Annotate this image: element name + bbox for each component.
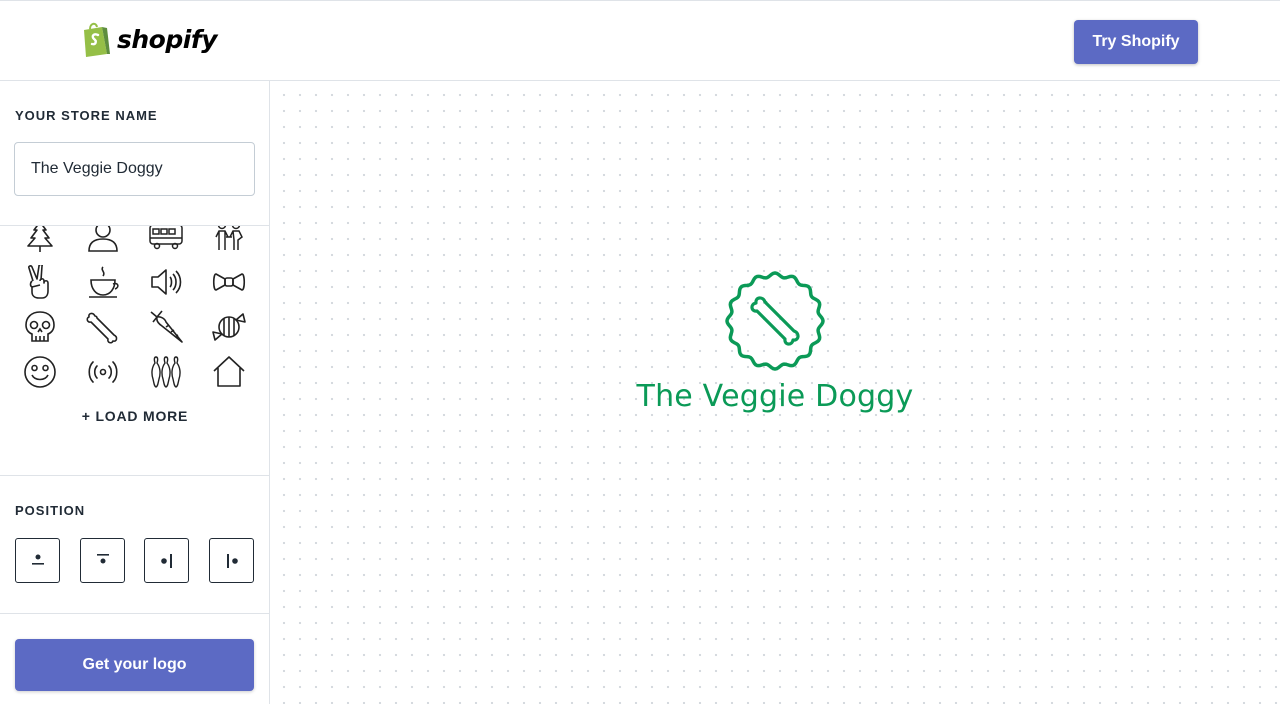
store-name-input[interactable] [14, 142, 255, 196]
speaker-icon[interactable] [146, 262, 186, 302]
header: shopify Try Shopify [0, 0, 1280, 81]
shopify-bag-icon [84, 22, 110, 57]
smiley-icon[interactable] [20, 352, 60, 392]
broadcast-icon[interactable] [83, 352, 123, 392]
position-right-icon [226, 553, 238, 568]
family-icon[interactable] [209, 226, 249, 257]
store-name-label: YOUR STORE NAME [15, 108, 158, 123]
position-icon-top-button[interactable] [15, 538, 60, 583]
position-icon-below-button[interactable] [80, 538, 125, 583]
divider [0, 475, 269, 476]
tree-icon[interactable] [20, 226, 60, 257]
position-icon-left-button[interactable] [144, 538, 189, 583]
house-icon[interactable] [209, 352, 249, 392]
bone-badge-icon [725, 271, 825, 371]
load-more-button[interactable]: + LOAD MORE [0, 408, 269, 424]
brand-name: shopify [117, 24, 218, 54]
bus-icon[interactable] [146, 226, 186, 257]
preview-store-name: The Veggie Doggy [636, 379, 914, 414]
position-below-icon [96, 553, 109, 563]
candy-icon[interactable] [209, 307, 249, 347]
divider [0, 613, 269, 614]
bowling-icon[interactable] [146, 352, 186, 392]
peace-hand-icon[interactable] [20, 262, 60, 302]
icon-grid [0, 226, 269, 476]
carrot-icon[interactable] [146, 307, 186, 347]
logo-canvas: The Veggie Doggy [270, 81, 1280, 704]
person-icon[interactable] [83, 226, 123, 257]
position-top-icon [31, 554, 44, 565]
position-icon-right-button[interactable] [209, 538, 254, 583]
bone-icon[interactable] [83, 307, 123, 347]
logo-preview: The Veggie Doggy [270, 271, 1280, 414]
sidebar: YOUR STORE NAME The Veggie Doggy + LOAD … [0, 81, 270, 704]
position-label: POSITION [15, 503, 86, 518]
skull-icon[interactable] [20, 307, 60, 347]
get-your-logo-button[interactable]: Get your logo [15, 639, 254, 691]
bow-tie-icon[interactable] [209, 262, 249, 302]
shopify-logo[interactable]: shopify [81, 21, 218, 57]
try-shopify-button[interactable]: Try Shopify [1074, 20, 1198, 64]
coffee-cup-icon[interactable] [83, 262, 123, 302]
position-left-icon [160, 553, 172, 568]
